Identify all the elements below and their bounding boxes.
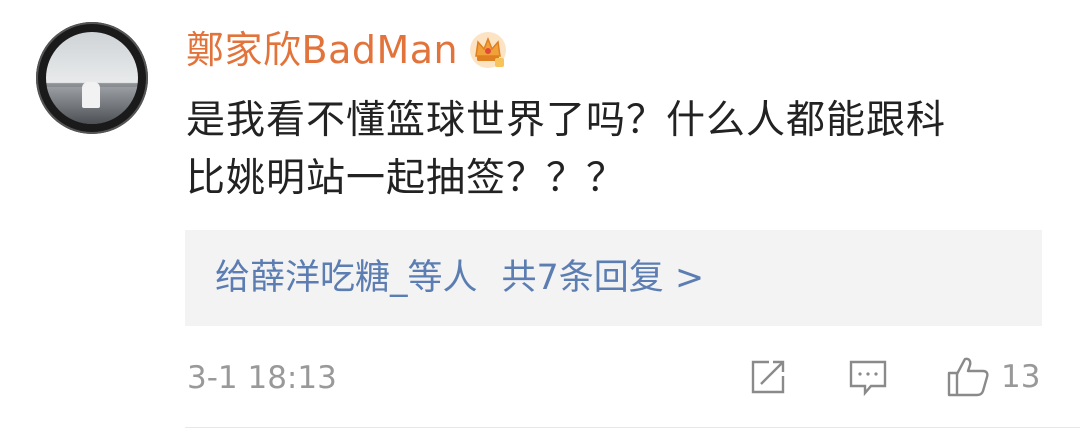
- username-link[interactable]: 鄭家欣BadMan: [186, 26, 458, 74]
- comment-footer: 3-1 18:13 13: [185, 352, 1042, 402]
- divider: [185, 427, 1080, 428]
- avatar[interactable]: [36, 22, 148, 134]
- username-row: 鄭家欣BadMan: [186, 26, 508, 74]
- comment-line-2: 比姚明站一起抽签？？？: [186, 156, 627, 201]
- like-button[interactable]: 13: [945, 354, 1040, 400]
- comment-icon: [849, 360, 887, 397]
- comment-line-1: 是我看不懂篮球世界了吗？什么人都能跟科: [186, 98, 947, 143]
- share-icon: [751, 360, 785, 394]
- comment-button[interactable]: [847, 354, 889, 400]
- reply-authors[interactable]: 给薛洋吃糖_等人: [215, 258, 478, 298]
- avatar-photo: [46, 32, 138, 124]
- comment-text: 是我看不懂篮球世界了吗？什么人都能跟科 比姚明站一起抽签？？？: [186, 92, 1026, 208]
- replies-preview[interactable]: 给薛洋吃糖_等人 共7条回复 >: [185, 230, 1042, 326]
- thumbs-up-icon: [947, 357, 989, 397]
- share-button[interactable]: [747, 354, 789, 400]
- timestamp: 3-1 18:13: [187, 360, 337, 396]
- reply-count-link[interactable]: 共7条回复 >: [502, 258, 705, 298]
- like-count: 13: [1001, 359, 1041, 395]
- crown-vip-icon[interactable]: [468, 30, 508, 70]
